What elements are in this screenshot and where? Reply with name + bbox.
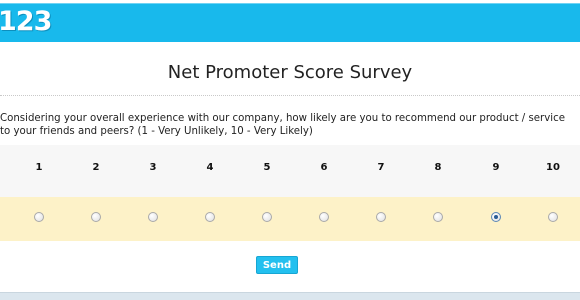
scale-label-4: 4 bbox=[206, 162, 214, 173]
page-title: Net Promoter Score Survey bbox=[167, 62, 413, 83]
radio-option-5[interactable] bbox=[252, 212, 282, 224]
header-bar: 123 bbox=[0, 3, 580, 42]
scale-label-3: 3 bbox=[149, 162, 157, 173]
scale-label-5: 5 bbox=[263, 162, 271, 173]
survey-page: 123 Net Promoter Score Survey Considerin… bbox=[0, 0, 580, 292]
scale-label-10: 10 bbox=[546, 162, 560, 173]
scale-label-1: 1 bbox=[35, 162, 43, 173]
scale-label-6: 6 bbox=[320, 162, 328, 173]
radio-option-3[interactable] bbox=[138, 212, 168, 224]
title-divider bbox=[0, 95, 580, 96]
send-button[interactable]: Send bbox=[256, 256, 298, 274]
scale-label-2: 2 bbox=[92, 162, 100, 173]
radio-option-2[interactable] bbox=[81, 212, 111, 224]
scale-label-9: 9 bbox=[492, 162, 500, 173]
radio-option-1[interactable] bbox=[24, 212, 54, 224]
scale-label-7: 7 bbox=[377, 162, 385, 173]
scale-label-8: 8 bbox=[434, 162, 442, 173]
scale-header-row: 1 2 3 4 5 6 7 8 9 10 bbox=[0, 145, 580, 197]
brand-logo: 123 bbox=[0, 6, 52, 37]
radio-option-4[interactable] bbox=[195, 212, 225, 224]
radio-option-8[interactable] bbox=[423, 212, 453, 224]
scale-radio-row bbox=[0, 197, 580, 241]
question-text: Considering your overall experience with… bbox=[0, 113, 565, 137]
radio-option-7[interactable] bbox=[366, 212, 396, 224]
radio-option-6[interactable] bbox=[309, 212, 339, 224]
radio-option-9[interactable] bbox=[481, 212, 511, 224]
radio-option-10[interactable] bbox=[538, 212, 568, 224]
